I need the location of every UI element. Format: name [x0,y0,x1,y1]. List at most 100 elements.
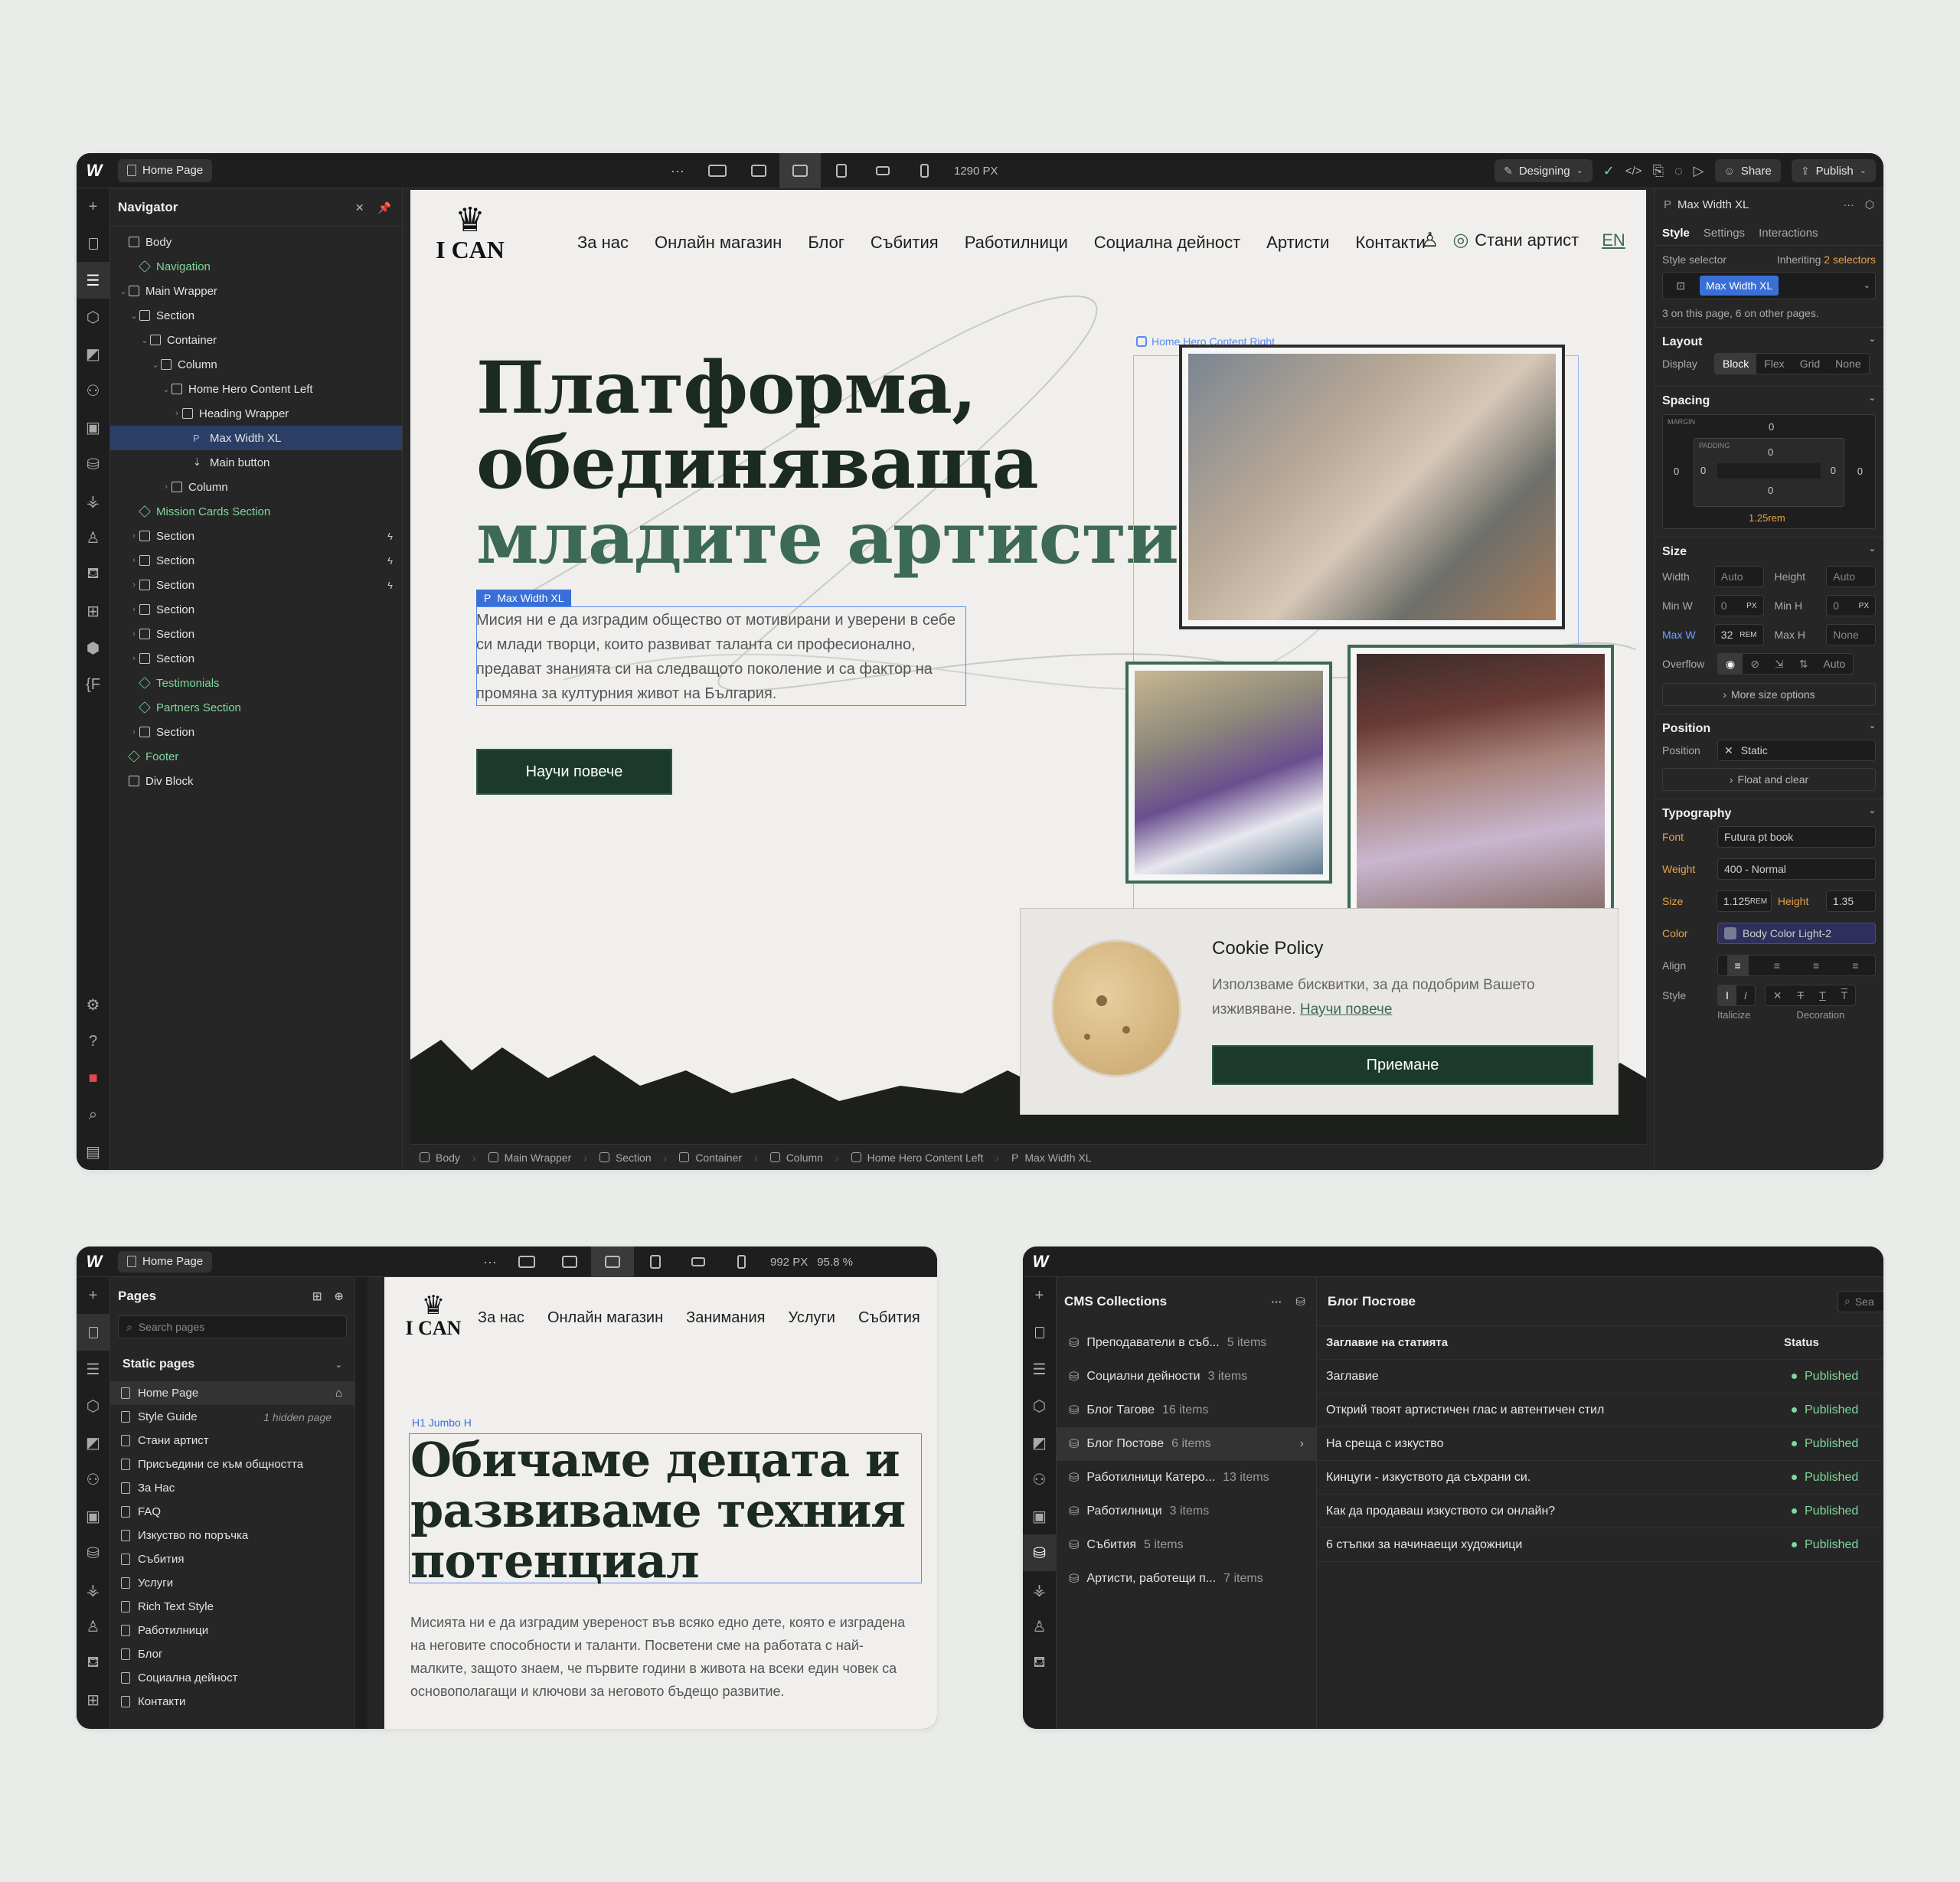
chevron-down-icon[interactable]: ⌄ [1869,545,1876,559]
chevron-down-icon[interactable]: ⌄ [1869,722,1876,736]
overflow-scroll-icon[interactable]: ⇲ [1767,654,1792,674]
navigator-item[interactable]: ⌄ Container [110,328,402,352]
learn-more-button[interactable]: Научи повече [476,749,672,795]
cms-icon[interactable]: ⛁ [1023,1534,1057,1571]
navigator-item[interactable]: Testimonials [110,671,402,695]
page-item[interactable]: FAQ [110,1500,354,1524]
chevron-icon[interactable]: › [129,605,139,614]
site-nav-link[interactable]: За нас [577,233,629,253]
chevron-icon[interactable]: › [129,580,139,590]
font-select[interactable]: Futura pt book [1717,826,1876,848]
site-nav-link[interactable]: Събития [858,1309,920,1327]
margin-top-value[interactable]: 0 [1769,421,1774,433]
navigator-item[interactable]: ⇣ Main button [110,450,402,475]
navigator-item[interactable]: ⌄ Column [110,352,402,377]
pin-icon[interactable]: 📌 [378,202,391,213]
apps-icon[interactable]: ⊞ [77,593,110,629]
intro-paragraph[interactable]: Мисията ни е да изградим увереност във в… [410,1611,908,1703]
display-option[interactable]: Block [1715,354,1757,374]
collection-item[interactable]: ⛁ Блог Тагове 16 items [1057,1394,1316,1427]
navigator-item[interactable]: ⌄ Home Hero Content Left [110,377,402,401]
page-item[interactable]: Стани артист [110,1429,354,1452]
assets-icon[interactable]: ▣ [77,1498,110,1534]
site-nav-link[interactable]: Събития [871,233,939,253]
site-nav-link[interactable]: Услуги [788,1309,835,1327]
display-option[interactable]: Grid [1792,354,1828,374]
ecommerce-icon[interactable]: ⛾ [1023,1645,1057,1681]
site-nav-link[interactable]: За нас [478,1309,524,1327]
collection-search-input[interactable]: ⌕ Sea [1838,1290,1883,1312]
collection-item[interactable]: ⛁ Преподаватели в съб... 5 items [1057,1326,1316,1360]
inheriting-count[interactable]: 2 selectors [1824,253,1876,266]
site-logo[interactable]: ♛ I CAN [432,204,508,263]
breakpoint-tablet[interactable] [634,1246,677,1277]
chevron-icon[interactable]: › [129,531,139,541]
variables-icon[interactable]: ⚇ [1023,1461,1057,1498]
account-icon[interactable]: ♙ [1421,228,1439,252]
display-segmented-control[interactable]: Block Flex Grid None [1714,353,1870,374]
users-icon[interactable]: ♙ [77,519,110,556]
pages-icon[interactable] [77,225,110,262]
page-selector[interactable]: Home Page [118,158,213,182]
chevron-down-icon[interactable]: ⌄ [1869,394,1876,408]
margin-bottom-value[interactable]: 1.25rem [1749,512,1785,524]
add-icon[interactable]: + [77,188,110,225]
comment-icon[interactable]: ◌ [1674,164,1683,178]
min-height-input[interactable]: 0 PX [1826,595,1876,616]
component-icon[interactable]: ⬡ [1865,199,1874,210]
users-icon[interactable]: ♙ [1023,1608,1057,1645]
add-icon[interactable]: + [77,1277,110,1314]
style-panel-tab[interactable]: Interactions [1759,227,1818,240]
navigator-icon[interactable]: ☰ [1023,1351,1057,1387]
font-size-input[interactable]: 1.125 REM [1716,890,1772,912]
publish-button[interactable]: ⇪ Publish ⌄ [1791,159,1876,182]
breakpoint-large-desktop[interactable] [505,1246,548,1277]
page-item[interactable]: Услуги [110,1571,354,1595]
add-icon[interactable]: + [1023,1277,1057,1314]
add-page-icon[interactable]: ⊕ [334,1291,344,1302]
breadcrumb-item[interactable]: Main Wrapper [488,1152,571,1164]
collection-item[interactable]: ⛁ Работилници 3 items [1057,1495,1316,1528]
webflow-logo[interactable]: W [1023,1246,1058,1277]
italic-control[interactable]: II [1717,985,1756,1006]
custom-code-icon[interactable]: {F [77,666,110,703]
breakpoint-base[interactable] [591,1246,634,1277]
jumbo-heading[interactable]: Обичаме децата и развиваме техния потенц… [410,1435,916,1586]
float-clear-button[interactable]: › Float and clear [1662,768,1876,791]
mode-selector[interactable]: ✎ Designing ⌄ [1494,159,1592,182]
collection-item[interactable]: ⛁ Събития 5 items [1057,1528,1316,1562]
collection-item[interactable]: ⛁ Социални дейности 3 items [1057,1360,1316,1394]
more-icon[interactable]: ··· [1271,1296,1282,1308]
navigator-item[interactable]: › Section [110,622,402,646]
code-icon[interactable]: </> [1625,165,1642,177]
italic-off-icon[interactable]: I [1718,985,1736,1005]
no-decoration-icon[interactable]: ✕ [1766,985,1790,1005]
add-folder-icon[interactable]: ⊞ [312,1291,322,1302]
breadcrumb-item[interactable]: Body [420,1152,460,1164]
overflow-auto[interactable]: Auto [1815,654,1853,674]
site-nav-link[interactable]: Онлайн магазин [655,233,782,253]
overflow-clip-icon[interactable]: ⇅ [1792,654,1816,674]
design-canvas[interactable]: ♛ I CAN За нас Онлайн магазин Блог Събития Р… [410,190,1646,1144]
page-item[interactable]: За Нас [110,1476,354,1500]
site-nav-link[interactable]: Контакти [1355,233,1426,253]
language-switch[interactable]: EN [1602,230,1625,250]
chevron-icon[interactable]: › [129,727,139,737]
min-width-input[interactable]: 0 PX [1713,595,1764,616]
navigator-item[interactable]: › Heading Wrapper [110,401,402,426]
navigator-item[interactable]: Mission Cards Section [110,499,402,524]
components-icon[interactable]: ⬡ [1023,1387,1057,1424]
breakpoint-tablet[interactable] [821,153,862,188]
margin-left-value[interactable]: 0 [1674,466,1679,477]
navigator-item[interactable]: › Section ϟ [110,573,402,597]
table-row[interactable]: Кинцуги - изкуството да съхрани си. Publi… [1317,1461,1883,1495]
class-selector-input[interactable]: ⊡ Max Width XL ⌄ [1662,272,1876,299]
chevron-icon[interactable]: › [129,556,139,565]
table-row[interactable]: Открий твоят артистичен глас и автентиче… [1317,1394,1883,1427]
more-icon[interactable]: ··· [475,1255,505,1269]
color-select[interactable]: Body Color Light-2 [1717,923,1876,944]
chevron-icon[interactable]: ⌄ [139,335,150,345]
eye-off-icon[interactable]: ⊘ [1743,654,1767,674]
pages-icon[interactable] [77,1314,110,1351]
style-panel-tab[interactable]: Settings [1704,227,1745,240]
